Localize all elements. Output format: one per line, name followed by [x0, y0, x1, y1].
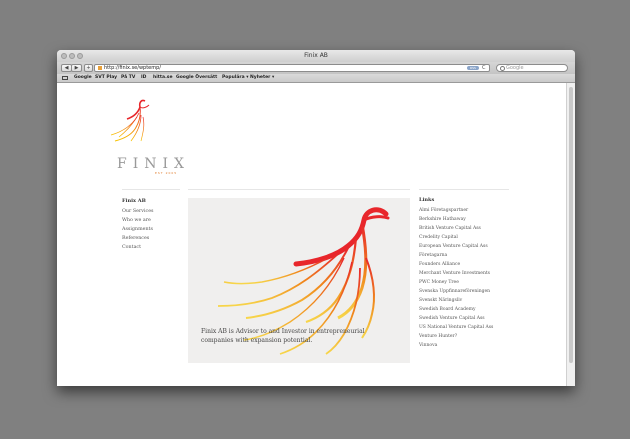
nav-item-references[interactable]: References [122, 234, 154, 243]
title-bar: Finix AB [57, 50, 575, 62]
link-item[interactable]: Företagarna [419, 251, 493, 260]
link-item[interactable]: Credelity Capital [419, 233, 493, 242]
logo-wordmark[interactable]: FINIX [117, 156, 190, 172]
bookmark-item[interactable]: Google [74, 74, 92, 82]
browser-window: Finix AB ◀ ▶ + http://finix.se/wptemp/ R… [57, 50, 575, 386]
bookmark-item[interactable]: ID [141, 74, 146, 82]
bookmark-folder[interactable]: Nyheter ▾ [250, 74, 274, 82]
link-item[interactable]: Berkshire Hathaway [419, 215, 493, 224]
divider [419, 189, 509, 190]
bookmark-item[interactable]: SVT Play [95, 74, 117, 82]
bookmarks-book-icon[interactable] [62, 76, 68, 80]
divider [188, 189, 410, 190]
link-item[interactable]: Merchant Venture Investments [419, 269, 493, 278]
address-bar[interactable]: http://finix.se/wptemp/ RSS C [94, 64, 490, 72]
link-item[interactable]: PWC Money Tree [419, 278, 493, 287]
favicon-icon [98, 66, 102, 70]
search-placeholder: Google [506, 65, 524, 71]
page-content: FINIX EST 2005 Finix AB Our Services Who… [57, 83, 566, 386]
logo-tagline: EST 2005 [155, 171, 178, 175]
links-list: Links Almi Företagspartner Berkshire Hat… [419, 197, 493, 350]
hero-panel: Finix AB is Advisor to and Investor in e… [188, 198, 410, 363]
bookmark-item[interactable]: På TV [121, 74, 135, 82]
browser-toolbar: ◀ ▶ + http://finix.se/wptemp/ RSS C Goog… [57, 62, 575, 74]
link-item[interactable]: Founders Alliance [419, 260, 493, 269]
link-item[interactable]: European Venture Capital Ass [419, 242, 493, 251]
rss-icon[interactable]: RSS [467, 66, 479, 70]
hero-tagline: Finix AB is Advisor to and Investor in e… [201, 328, 365, 344]
scrollbar-thumb[interactable] [569, 87, 573, 363]
link-item[interactable]: Venture Hunter? [419, 332, 493, 341]
search-icon [500, 66, 505, 71]
link-item[interactable]: Swedish Board Academy [419, 305, 493, 314]
nav-title[interactable]: Finix AB [122, 198, 154, 204]
bookmark-item[interactable]: hitta.se [153, 74, 173, 82]
link-item[interactable]: Svenska Uppfinnareföreningen [419, 287, 493, 296]
link-item[interactable]: Swedish Venture Capital Ass [419, 314, 493, 323]
links-title: Links [419, 197, 435, 203]
bookmark-folder[interactable]: Populära ▾ [222, 74, 248, 82]
nav-item-our-services[interactable]: Our Services [122, 207, 154, 216]
nav-item-contact[interactable]: Contact [122, 243, 154, 252]
link-item[interactable]: British Venture Capital Ass [419, 224, 493, 233]
vertical-scrollbar[interactable] [566, 83, 575, 386]
nav-item-assignments[interactable]: Assignments [122, 225, 154, 234]
add-bookmark-button[interactable]: + [84, 64, 93, 72]
link-item[interactable]: Almi Företagspartner [419, 206, 493, 215]
bookmark-item[interactable]: Google Översätt [176, 74, 217, 82]
window-title: Finix AB [304, 52, 328, 59]
search-field[interactable]: Google [496, 64, 568, 72]
url-text: http://finix.se/wptemp/ [104, 65, 161, 71]
forward-button[interactable]: ▶ [71, 64, 82, 72]
link-item[interactable]: Svenskt Näringsliv [419, 296, 493, 305]
nav-item-who-we-are[interactable]: Who we are [122, 216, 154, 225]
main-navigation: Finix AB Our Services Who we are Assignm… [122, 198, 154, 252]
reload-icon[interactable]: C [482, 65, 486, 71]
divider [122, 189, 180, 190]
finix-bird-logo-icon[interactable] [97, 93, 187, 148]
link-item[interactable]: US National Venture Capital Ass [419, 323, 493, 332]
bookmarks-bar: Google SVT Play På TV ID hitta.se Google… [57, 74, 575, 83]
link-item[interactable]: Vinnova [419, 341, 493, 350]
